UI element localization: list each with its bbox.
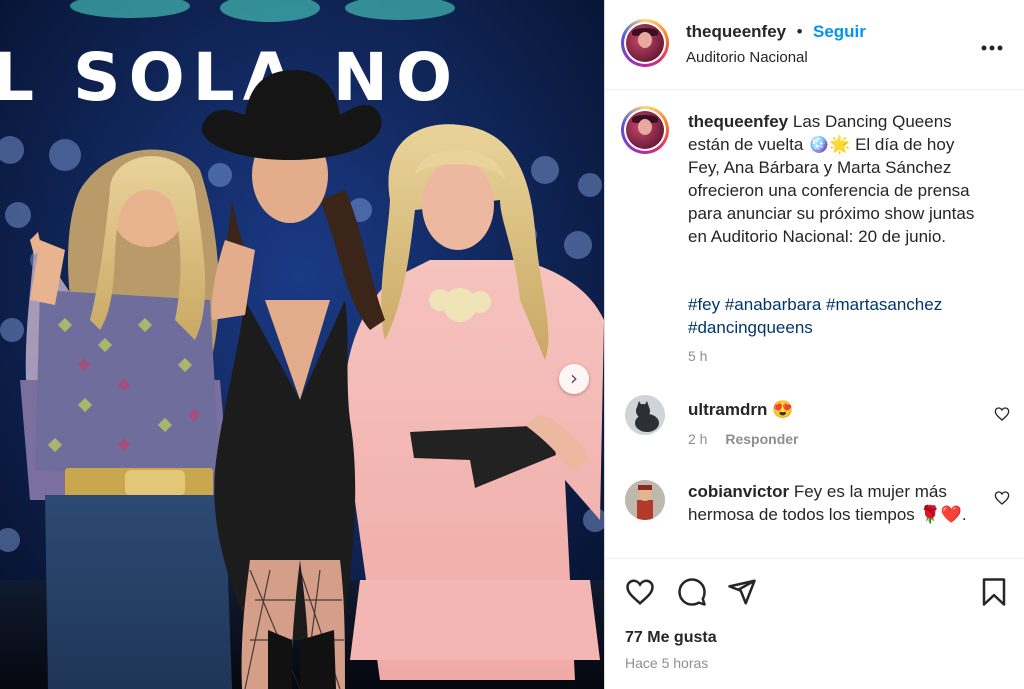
- next-photo-button[interactable]: ›: [559, 364, 589, 394]
- posted-time: Hace 5 horas: [625, 655, 709, 671]
- commenter-avatar[interactable]: [625, 480, 665, 520]
- comment-meta: 2 h Responder: [688, 431, 798, 447]
- chevron-right-icon: ›: [570, 366, 578, 390]
- photo-illustration: L SOLA NO: [0, 0, 604, 689]
- comment: ultramdrn 😍: [688, 398, 978, 421]
- share-send-icon[interactable]: [727, 577, 757, 612]
- more-options-icon[interactable]: [981, 31, 1003, 57]
- post-photo[interactable]: L SOLA NO ›: [0, 0, 604, 689]
- comment-username[interactable]: ultramdrn: [688, 400, 767, 419]
- caption-avatar[interactable]: [621, 106, 669, 154]
- author-avatar[interactable]: [621, 19, 669, 67]
- comment: cobianvictor Fey es la mujer más hermosa…: [688, 480, 978, 526]
- caption-username[interactable]: thequeenfey: [688, 112, 788, 131]
- comment-time: 2 h: [688, 431, 708, 447]
- follow-button[interactable]: Seguir: [813, 22, 866, 41]
- author-username[interactable]: thequeenfey: [686, 22, 786, 41]
- likes-count[interactable]: 77 Me gusta: [625, 629, 717, 647]
- caption-text: Las Dancing Queens están de vuelta 🪩🌟 El…: [688, 112, 975, 246]
- instagram-post: L SOLA NO › thequeenfey • Seguir Auditor…: [0, 0, 1024, 689]
- backdrop-text: L SOLA NO: [0, 39, 460, 116]
- like-comment-icon[interactable]: [994, 490, 1010, 506]
- post-header: thequeenfey • Seguir Auditorio Nacional: [605, 0, 1024, 90]
- reply-button[interactable]: Responder: [725, 431, 798, 447]
- caption-time: 5 h: [688, 348, 708, 364]
- caption: thequeenfey Las Dancing Queens están de …: [688, 110, 988, 248]
- separator-dot: •: [796, 22, 803, 41]
- caption-hashtags[interactable]: #fey #anabarbara #martasanchez #dancingq…: [688, 293, 988, 339]
- comment-icon[interactable]: [677, 577, 707, 612]
- save-bookmark-icon[interactable]: [980, 577, 1008, 612]
- comment-username[interactable]: cobianvictor: [688, 482, 789, 501]
- comment-text: 😍: [772, 400, 794, 419]
- like-comment-icon[interactable]: [994, 406, 1010, 422]
- like-heart-icon[interactable]: [625, 577, 655, 612]
- post-sidebar: thequeenfey • Seguir Auditorio Nacional …: [604, 0, 1024, 689]
- commenter-avatar[interactable]: [625, 395, 665, 435]
- post-actions: 77 Me gusta Hace 5 horas: [605, 558, 1024, 689]
- post-location[interactable]: Auditorio Nacional: [686, 49, 808, 66]
